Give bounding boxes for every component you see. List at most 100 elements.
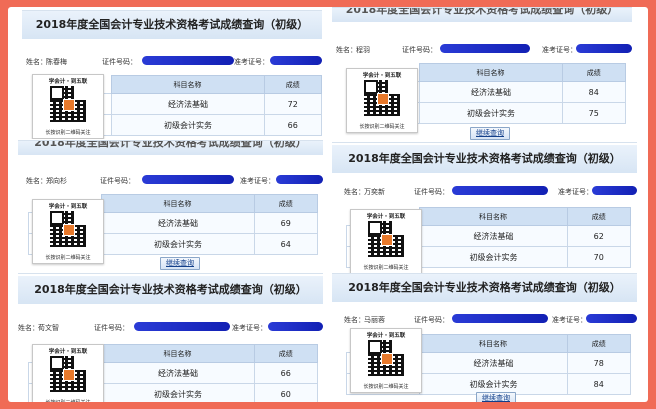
subject-name: 经济法基础 — [110, 93, 265, 115]
panel-title: 2018年度全国会计专业技术资格考试成绩查询（初级） — [18, 141, 323, 155]
subject-name: 经济法基础 — [100, 212, 255, 234]
candidate-name: 陈春梅 — [46, 58, 67, 66]
cert-label: 证件号码： — [100, 177, 135, 185]
score-panel-2: 2018年度全国会计专业技术资格考试成绩查询（初级） 姓名： 程羽 证件号码： … — [332, 7, 632, 141]
redacted-ticket-number — [592, 186, 637, 195]
qr-code-icon — [364, 80, 400, 116]
score-col-header: 成绩 — [566, 334, 631, 353]
score-panel-4: 2018年度全国会计专业技术资格考试成绩查询（初级） 姓名： 万奕新 证件号码：… — [332, 142, 637, 273]
subject-col-header: 科目名称 — [418, 63, 563, 82]
ticket-label: 准考证号： — [234, 58, 269, 66]
qr-caption-top: 学会计・到五联 — [48, 349, 88, 355]
qr-code-icon — [50, 356, 86, 392]
continue-query-button[interactable]: 继续查询 — [470, 127, 510, 140]
redacted-cert-number — [440, 44, 530, 53]
qr-caption-top: 学会计・到五联 — [366, 333, 406, 339]
subject-name: 经济法基础 — [100, 362, 255, 384]
redacted-cert-number — [142, 56, 234, 65]
subject-name: 初级会计实务 — [100, 383, 255, 402]
redacted-cert-number — [142, 175, 234, 184]
name-label: 姓名： — [336, 46, 357, 54]
candidate-name: 郑向杉 — [46, 177, 67, 185]
subject-name: 经济法基础 — [418, 225, 568, 247]
qr-watermark: 学会计・到五联 长按识别二维码关注 — [32, 344, 104, 402]
panel-title: 2018年度全国会计专业技术资格考试成绩查询（初级） — [332, 274, 637, 302]
score-value: 60 — [253, 383, 318, 402]
subject-col-header: 科目名称 — [100, 194, 255, 213]
screenshot-collage: 2018年度全国会计专业技术资格考试成绩查询（初级） 姓名： 陈春梅 证件号码：… — [8, 7, 648, 402]
subject-name: 初级会计实务 — [100, 233, 255, 255]
ticket-label: 准考证号： — [240, 177, 275, 185]
qr-caption-top: 学会计・到五联 — [48, 79, 88, 85]
name-label: 姓名： — [344, 316, 365, 324]
qr-caption-bottom: 长按识别二维码关注 — [363, 384, 409, 390]
score-col-header: 成绩 — [566, 207, 631, 226]
name-label: 姓名： — [344, 188, 365, 196]
qr-caption-bottom: 长按识别二维码关注 — [363, 265, 409, 271]
subject-name: 初级会计实务 — [418, 246, 568, 268]
qr-code-icon — [50, 86, 86, 122]
score-value: 84 — [561, 81, 626, 103]
subject-col-header: 科目名称 — [100, 344, 255, 363]
score-value: 62 — [566, 225, 631, 247]
qr-watermark: 学会计・到五联 长按识别二维码关注 — [350, 328, 422, 393]
score-value: 75 — [561, 102, 626, 124]
qr-caption-top: 学会计・到五联 — [48, 204, 88, 210]
candidate-info: 姓名： 万奕新 证件号码： 准考证号： — [332, 184, 637, 198]
candidate-info: 姓名： 程羽 证件号码： 准考证号： — [332, 42, 632, 56]
score-value: 66 — [263, 114, 322, 136]
qr-watermark: 学会计・到五联 长按识别二维码关注 — [32, 199, 104, 264]
qr-caption-bottom: 长按识别二维码关注 — [33, 399, 103, 402]
candidate-info: 姓名： 荀文智 证件号码： 准考证号： — [18, 320, 323, 334]
qr-caption-bottom: 长按识别二维码关注 — [359, 124, 405, 130]
score-col-header: 成绩 — [253, 194, 318, 213]
redacted-cert-number — [452, 314, 548, 323]
candidate-info: 姓名： 马丽蓉 证件号码： 准考证号： — [332, 312, 637, 326]
ticket-label: 准考证号： — [552, 316, 587, 324]
score-value: 70 — [566, 246, 631, 268]
redacted-ticket-number — [576, 44, 632, 53]
subject-col-header: 科目名称 — [110, 75, 265, 94]
qr-code-icon — [368, 221, 404, 257]
continue-query-button[interactable]: 继续查询 — [160, 257, 200, 270]
name-label: 姓名： — [18, 324, 39, 332]
name-label: 姓名： — [26, 177, 47, 185]
candidate-name: 程羽 — [356, 46, 370, 54]
candidate-info: 姓名： 郑向杉 证件号码： 准考证号： — [18, 173, 323, 187]
score-value: 84 — [566, 373, 631, 395]
qr-watermark: 学会计・到五联 长按识别二维码关注 — [346, 68, 418, 133]
panel-title: 2018年度全国会计专业技术资格考试成绩查询（初级） — [332, 8, 632, 22]
cert-label: 证件号码： — [102, 58, 137, 66]
continue-query-button[interactable]: 继续查询 — [476, 392, 516, 402]
cert-label: 证件号码： — [414, 316, 449, 324]
score-panel-3: 2018年度全国会计专业技术资格考试成绩查询（初级） 姓名： 郑向杉 证件号码：… — [18, 140, 323, 271]
redacted-ticket-number — [586, 314, 637, 323]
qr-code-icon — [368, 340, 404, 376]
cert-label: 证件号码： — [402, 46, 437, 54]
score-panel-5: 2018年度全国会计专业技术资格考试成绩查询（初级） 姓名： 荀文智 证件号码：… — [18, 273, 323, 402]
candidate-info: 姓名： 陈春梅 证件号码： 准考证号： — [22, 54, 322, 68]
subject-name: 初级会计实务 — [110, 114, 265, 136]
redacted-ticket-number — [268, 322, 323, 331]
panel-title: 2018年度全国会计专业技术资格考试成绩查询（初级） — [18, 276, 323, 304]
candidate-name: 荀文智 — [38, 324, 59, 332]
score-value: 78 — [566, 352, 631, 374]
score-value: 64 — [253, 233, 318, 255]
subject-name: 经济法基础 — [418, 352, 568, 374]
panel-title: 2018年度全国会计专业技术资格考试成绩查询（初级） — [332, 145, 637, 173]
score-value: 72 — [263, 93, 322, 115]
score-panel-6: 2018年度全国会计专业技术资格考试成绩查询（初级） 姓名： 马丽蓉 证件号码：… — [332, 273, 637, 402]
subject-col-header: 科目名称 — [418, 207, 568, 226]
score-value: 69 — [253, 212, 318, 234]
qr-caption-bottom: 长按识别二维码关注 — [45, 130, 91, 136]
panel-title: 2018年度全国会计专业技术资格考试成绩查询（初级） — [22, 11, 322, 39]
score-col-header: 成绩 — [263, 75, 322, 94]
candidate-name: 万奕新 — [364, 188, 385, 196]
redacted-cert-number — [134, 322, 230, 331]
score-col-header: 成绩 — [253, 344, 318, 363]
qr-caption-bottom: 长按识别二维码关注 — [45, 255, 91, 261]
cert-label: 证件号码： — [94, 324, 129, 332]
qr-caption-top: 学会计・到五联 — [362, 73, 402, 79]
candidate-name: 马丽蓉 — [364, 316, 385, 324]
redacted-ticket-number — [270, 56, 322, 65]
